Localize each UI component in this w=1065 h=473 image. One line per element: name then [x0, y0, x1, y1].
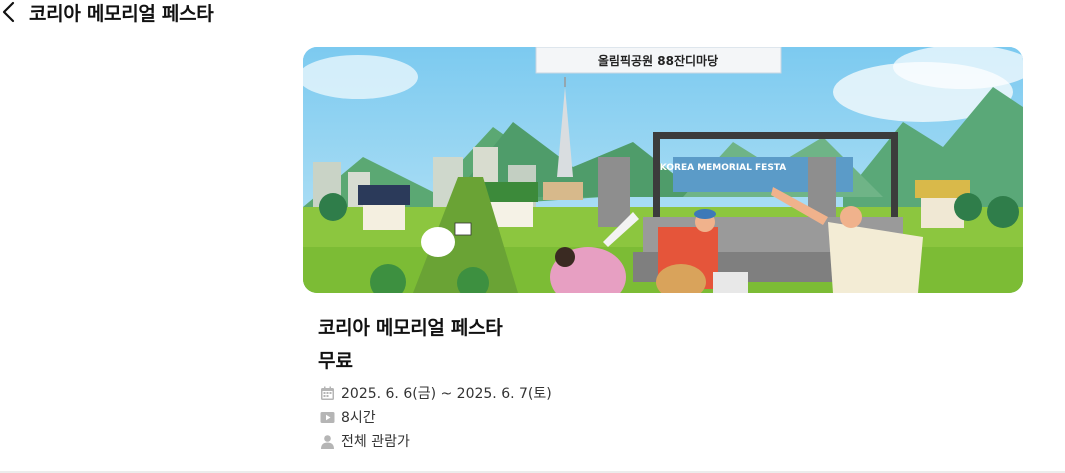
event-date: 2025. 6. 6(금) ~ 2025. 6. 7(토) [341, 386, 552, 402]
event-date-row: 2025. 6. 6(금) ~ 2025. 6. 7(토) [320, 383, 552, 403]
page-title: 코리아 메모리얼 페스타 [29, 3, 214, 25]
event-age-row: 전체 관람가 [320, 431, 410, 451]
calendar-icon [321, 386, 334, 400]
event-poster-image[interactable]: 올림픽공원 88잔디마당 KOREA MEMORIAL FESTA [303, 47, 1023, 293]
stage-caption: KOREA MEMORIAL FESTA [660, 163, 786, 173]
event-price: 무료 [318, 350, 353, 372]
back-button[interactable] [0, 0, 18, 24]
chevron-left-icon [2, 1, 15, 23]
person-icon [321, 434, 334, 449]
top-bar: 코리아 메모리얼 페스타 [0, 0, 1065, 26]
event-title: 코리아 메모리얼 페스타 [318, 317, 503, 339]
play-icon [320, 411, 335, 423]
venue-caption: 올림픽공원 88잔디마당 [598, 53, 718, 68]
event-duration-row: 8시간 [320, 407, 376, 427]
event-duration: 8시간 [341, 410, 376, 426]
event-age-rating: 전체 관람가 [341, 434, 410, 450]
